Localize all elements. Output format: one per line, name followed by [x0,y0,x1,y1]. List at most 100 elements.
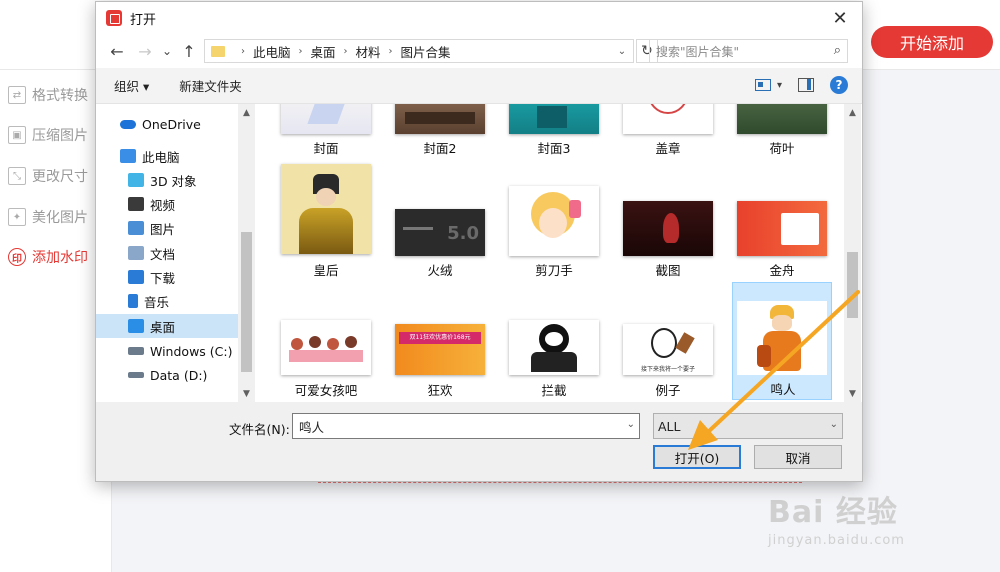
nav-item-music[interactable]: 音乐 [96,289,238,313]
preview-pane-icon[interactable] [798,78,814,92]
back-arrow-icon[interactable]: ← [106,40,128,62]
file-name: 火绒 [427,263,453,278]
file-item[interactable]: 接下来我将一个要子 例子 [618,284,718,402]
sidebar-item-convert[interactable]: ⇄ 格式转换 [8,84,88,106]
view-mode-icon[interactable] [754,79,771,91]
file-name: 荷叶 [769,141,795,156]
close-icon[interactable]: ✕ [830,8,850,29]
file-item[interactable]: 截图 [618,164,718,282]
search-input[interactable]: 搜索"图片合集" ⌕ [649,39,848,63]
breadcrumb-item[interactable]: 此电脑 [253,42,291,61]
nav-item-label: 下载 [150,270,176,286]
nav-item-onedrive[interactable]: OneDrive [96,112,238,136]
up-arrow-icon[interactable]: ↑ [178,40,200,62]
breadcrumb-item[interactable]: 材料 [356,42,381,61]
watermark-icon: 印 [8,248,26,266]
file-item[interactable]: 双11狂欢优惠价168元 狂欢 [390,284,490,402]
nav-item-documents[interactable]: 文档 [96,241,238,265]
file-name: 可爱女孩吧 [294,383,358,398]
nav-item-label: 桌面 [150,319,176,335]
file-list-scrollbar[interactable]: ▲ ▼ [844,104,861,402]
drive-c-icon [128,347,144,355]
breadcrumb: › 此电脑 › 桌面 › 材料 › 图片合集 [233,42,451,61]
nav-item-label: Data (D:) [150,367,208,383]
forward-arrow-icon[interactable]: → [134,40,156,62]
recent-locations-icon[interactable]: ⌄ [156,40,178,62]
scroll-down-icon[interactable]: ▼ [238,385,255,402]
cute-girls-thumb [281,320,371,375]
3d-objects-icon [128,173,144,187]
breadcrumb-item[interactable]: 桌面 [311,42,336,61]
sidebar-item-label: 压缩图片 [32,128,88,144]
help-icon[interactable]: ? [830,76,848,94]
open-file-dialog: 打开 ✕ ← → ⌄ ↑ › 此电脑 › 桌面 › 材料 › 图片合集 ⌄ ↻ … [95,1,863,482]
nav-pane-scrollbar[interactable]: ▲ ▼ [238,104,255,402]
nav-item-label: 图片 [150,221,176,237]
new-folder-button[interactable]: 新建文件夹 [179,76,242,95]
sidebar-item-label: 更改尺寸 [32,169,88,185]
breadcrumb-item[interactable]: 图片合集 [401,42,451,61]
scroll-down-icon[interactable]: ▼ [844,385,861,402]
scrollbar-thumb[interactable] [241,232,252,372]
folder-icon [211,45,225,57]
sidebar-item-compress[interactable]: ▣ 压缩图片 [8,124,88,146]
file-item[interactable]: 金舟 [732,164,832,282]
chevron-down-icon[interactable]: ⌄ [627,419,635,430]
cancel-button[interactable]: 取消 [754,445,842,469]
nav-item-label: 视频 [150,197,176,213]
cover2-thumb [395,104,485,134]
file-item[interactable]: 剪刀手 [504,164,604,282]
file-name: 狂欢 [427,383,453,398]
nav-item-downloads[interactable]: 下载 [96,265,238,289]
nav-item-label: 此电脑 [142,149,180,165]
sidebar-item-label: 美化图片 [32,210,88,226]
nav-item-label: 音乐 [144,294,170,310]
address-bar[interactable]: › 此电脑 › 桌面 › 材料 › 图片合集 ⌄ [204,39,634,63]
nav-item-3d-objects[interactable]: 3D 对象 [96,168,238,192]
nav-item-video[interactable]: 视频 [96,192,238,216]
file-name: 截图 [655,263,681,278]
start-add-button[interactable]: 开始添加 [871,26,993,58]
sidebar-item-watermark[interactable]: 印 添加水印 [8,246,88,268]
naruto-thumb [737,301,827,375]
file-item[interactable]: 拦截 [504,284,604,402]
file-item[interactable]: 皇后 [276,164,376,282]
screenshot-thumb [623,201,713,256]
file-name: 封面3 [537,141,571,156]
file-name: 鸣人 [770,382,796,397]
huorong-overlay: 5.0 [447,223,479,244]
downloads-icon [128,270,144,284]
file-item-selected[interactable]: 鸣人 [732,282,832,400]
nav-item-drive-c[interactable]: Windows (C:) [96,339,238,363]
nav-item-desktop[interactable]: 桌面 [96,314,238,338]
scroll-up-icon[interactable]: ▲ [844,104,861,121]
app-logo-icon [106,10,122,26]
sidebar-item-beautify[interactable]: ✦ 美化图片 [8,206,88,228]
file-item[interactable]: 5.0 火绒 [390,164,490,282]
toolbar-right: ▾ ? [754,76,848,94]
nav-item-drive-d[interactable]: Data (D:) [96,363,238,387]
nav-item-this-pc[interactable]: 此电脑 [96,144,238,168]
filename-value: 鸣人 [299,419,325,435]
file-name: 封面 [313,141,339,156]
scroll-up-icon[interactable]: ▲ [238,104,255,121]
scrollbar-thumb[interactable] [847,252,858,318]
file-item[interactable]: 可爱女孩吧 [276,284,376,402]
chevron-down-icon[interactable]: ⌄ [830,419,838,430]
chevron-down-icon[interactable]: ⌄ [611,40,633,62]
documents-icon [128,246,144,260]
view-dropdown-icon[interactable]: ▾ [777,80,782,91]
filetype-value: ALL [658,418,681,434]
filename-input[interactable]: 鸣人 ⌄ [292,413,640,439]
filetype-select[interactable]: ALL ⌄ [653,413,843,439]
organize-menu[interactable]: 组织 ▾ [114,76,149,95]
carnival-thumb: 双11狂欢优惠价168元 [395,324,485,375]
nav-item-pictures[interactable]: 图片 [96,216,238,240]
sidebar-item-resize[interactable]: ⤡ 更改尺寸 [8,165,88,187]
onedrive-icon [120,119,136,129]
watermark-main: Bai 经验 [768,495,898,530]
open-button[interactable]: 打开(O) [653,445,741,469]
file-name: 盖章 [655,141,681,156]
file-name: 金舟 [769,263,795,278]
search-icon[interactable]: ⌕ [834,43,841,58]
